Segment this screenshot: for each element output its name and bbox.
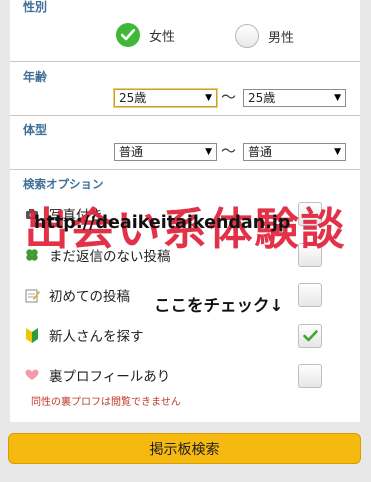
body-type-separator: 〜 xyxy=(221,142,237,160)
dropdown-arrow-icon: ▼ xyxy=(334,93,341,103)
radio-male-label: 男性 xyxy=(268,30,295,46)
beginner-mark-icon xyxy=(24,327,40,343)
age-to-select[interactable]: 25歳 ▼ xyxy=(243,89,346,107)
divider xyxy=(10,61,360,62)
body-type-from-value: 普通 xyxy=(119,145,144,159)
option-label: 裏プロフィールあり xyxy=(49,369,171,385)
radio-unchecked-icon xyxy=(235,24,259,48)
option-label: 初めての投稿 xyxy=(49,289,130,305)
radio-female-label: 女性 xyxy=(149,29,176,45)
checkbox-hidden-profile[interactable] xyxy=(298,364,322,388)
heart-icon xyxy=(24,367,40,383)
age-to-value: 25歳 xyxy=(248,91,276,105)
search-options-label: 検索オプション xyxy=(23,177,104,191)
age-label: 年齢 xyxy=(23,70,48,84)
dropdown-arrow-icon: ▼ xyxy=(205,147,212,157)
age-separator: 〜 xyxy=(221,88,237,106)
age-from-value: 25歳 xyxy=(119,91,147,105)
check-mark-icon xyxy=(302,330,318,342)
board-search-button[interactable]: 掲示板検索 xyxy=(8,433,361,464)
gender-label: 性別 xyxy=(23,0,48,14)
check-here-annotation: ここをチェック↓ xyxy=(154,296,284,315)
option-first-post[interactable]: 初めての投稿 xyxy=(24,282,130,308)
divider xyxy=(10,115,360,116)
option-label: 新人さんを探す xyxy=(49,329,144,345)
dropdown-arrow-icon: ▼ xyxy=(334,147,341,157)
hidden-profile-note: 同性の裏プロフは閲覧できません xyxy=(31,397,181,408)
body-type-to-select[interactable]: 普通 ▼ xyxy=(243,143,346,161)
age-from-select[interactable]: 25歳 ▼ xyxy=(114,89,217,107)
watermark-url: http://deaikeitaikendan.jp xyxy=(34,213,291,233)
option-hidden-profile[interactable]: 裏プロフィールあり xyxy=(24,362,170,388)
radio-female[interactable]: 女性 xyxy=(116,23,175,47)
body-type-label: 体型 xyxy=(23,123,48,137)
dropdown-arrow-icon: ▼ xyxy=(205,93,212,103)
checkbox-first-post[interactable] xyxy=(298,283,322,307)
body-type-from-select[interactable]: 普通 ▼ xyxy=(114,143,217,161)
radio-checked-icon xyxy=(116,23,140,47)
radio-male[interactable]: 男性 xyxy=(235,24,294,48)
body-type-to-value: 普通 xyxy=(248,145,273,159)
divider xyxy=(10,169,360,170)
option-newcomer[interactable]: 新人さんを探す xyxy=(24,322,144,348)
memo-icon xyxy=(24,287,40,303)
checkbox-newcomer[interactable] xyxy=(298,324,322,348)
